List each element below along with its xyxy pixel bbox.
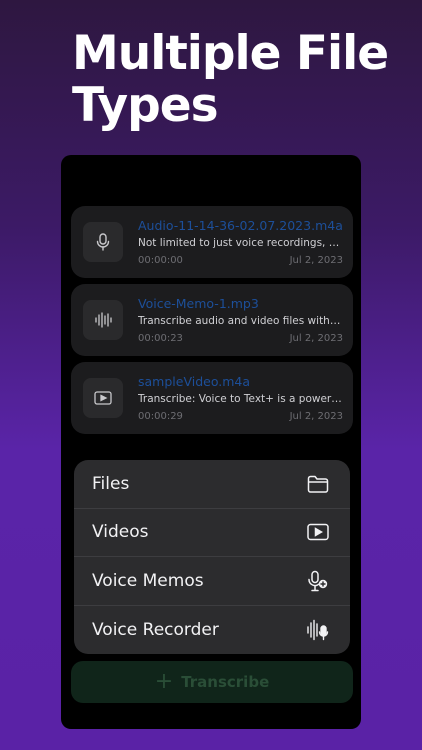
transcribe-button[interactable]: + Transcribe (71, 661, 353, 703)
file-item[interactable]: Audio-11-14-36-02.07.2023.m4a Not limite… (71, 206, 353, 278)
file-name: Voice-Memo-1.mp3 (138, 296, 259, 311)
menu-item-label: Files (92, 473, 130, 494)
file-duration: 00:00:23 (138, 333, 183, 344)
file-date: Jul 2, 2023 (289, 411, 343, 422)
import-menu: Files Videos Voice Memos Voice Recorder (74, 460, 350, 654)
menu-item-label: Voice Recorder (92, 619, 219, 640)
file-item[interactable]: sampleVideo.m4a Transcribe: Voice to Tex… (71, 362, 353, 434)
play-rectangle-icon (83, 378, 123, 418)
menu-item-videos[interactable]: Videos (74, 509, 350, 557)
file-description: Transcribe: Voice to Text+ is a powerful… (138, 393, 343, 405)
play-rectangle-icon (306, 520, 330, 544)
file-description: Not limited to just voice recordings, Tr… (138, 237, 343, 249)
waveform-icon (83, 300, 123, 340)
plus-icon: + (154, 669, 174, 694)
microphone-icon (83, 222, 123, 262)
menu-item-files[interactable]: Files (74, 460, 350, 509)
menu-item-voice-memos[interactable]: Voice Memos (74, 557, 350, 606)
waveform-mic-icon (306, 618, 330, 642)
file-name: Audio-11-14-36-02.07.2023.m4a (138, 218, 343, 233)
headline: Multiple File Types (72, 26, 389, 133)
folder-icon (306, 472, 330, 496)
file-date: Jul 2, 2023 (289, 333, 343, 344)
menu-item-label: Voice Memos (92, 570, 204, 591)
file-duration: 00:00:00 (138, 255, 183, 266)
file-date: Jul 2, 2023 (289, 255, 343, 266)
menu-item-voice-recorder[interactable]: Voice Recorder (74, 606, 350, 655)
file-duration: 00:00:29 (138, 411, 183, 422)
file-item[interactable]: Voice-Memo-1.mp3 Transcribe audio and vi… (71, 284, 353, 356)
phone-screen: Audio-11-14-36-02.07.2023.m4a Not limite… (61, 155, 361, 729)
mic-plus-icon (306, 569, 330, 593)
transcribe-label: Transcribe (181, 673, 270, 691)
file-name: sampleVideo.m4a (138, 374, 251, 389)
menu-item-label: Videos (92, 522, 149, 543)
file-description: Transcribe audio and video files with ea… (138, 315, 343, 327)
